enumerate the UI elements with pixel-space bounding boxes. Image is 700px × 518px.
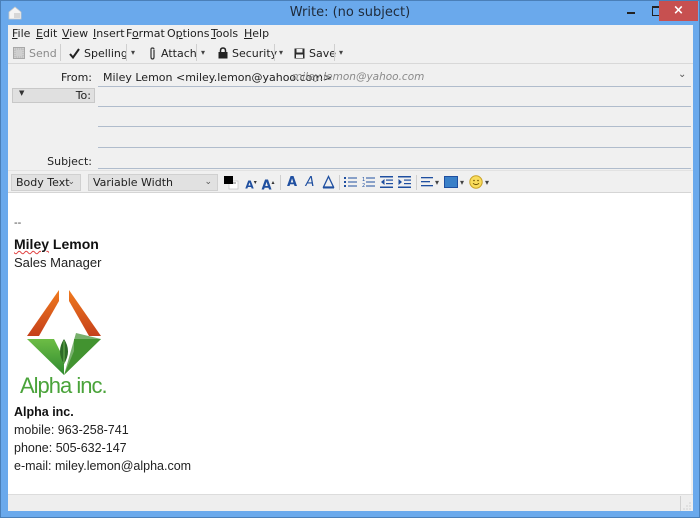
close-icon: × [673, 3, 684, 18]
svg-text:2: 2 [362, 183, 365, 188]
menu-format[interactable]: Format [126, 27, 165, 40]
recipient-field-2[interactable] [98, 126, 691, 127]
recipient-field-3[interactable] [98, 147, 691, 148]
menu-help[interactable]: Help [244, 27, 269, 40]
subject-field[interactable] [98, 168, 691, 169]
chevron-down-icon: ⌄ [204, 177, 212, 187]
smiley-dropdown[interactable]: ▾ [485, 175, 489, 190]
to-field[interactable] [98, 106, 691, 107]
signature-mobile: mobile: 963-258-741 [14, 423, 129, 437]
attach-button[interactable]: Attach [148, 45, 197, 61]
numbered-list-icon[interactable]: 1 2 [362, 176, 375, 188]
paperclip-icon [150, 46, 155, 60]
save-dropdown[interactable]: ▾ [336, 45, 346, 61]
send-button[interactable]: Send [13, 45, 57, 61]
format-separator [280, 175, 281, 190]
menu-edit[interactable]: Edit [36, 27, 57, 40]
menu-file[interactable]: File [12, 27, 30, 40]
insert-dropdown[interactable]: ▾ [460, 175, 464, 190]
increase-indent-icon[interactable] [398, 176, 411, 188]
underline-icon[interactable] [321, 174, 335, 190]
lock-icon [218, 47, 228, 59]
menu-tools[interactable]: Tools [211, 27, 238, 40]
font-select[interactable]: Variable Width ⌄ [88, 174, 218, 191]
text-color-icon[interactable] [223, 175, 239, 190]
message-body-editor[interactable]: -- Miley Lemon Sales Manager Alpha inc. … [8, 192, 691, 494]
status-bar [8, 494, 693, 511]
from-identity-hint: miley.lemon@yahoo.com [292, 71, 425, 83]
attach-dropdown[interactable]: ▾ [198, 45, 208, 61]
signature-separator: -- [14, 217, 22, 229]
spelling-dropdown[interactable]: ▾ [128, 45, 138, 61]
signature-name: Miley Lemon [14, 236, 99, 252]
from-underline [98, 86, 691, 87]
recipient-type-selector[interactable]: ▼ To: [12, 88, 95, 103]
spelling-button[interactable]: Spelling [69, 45, 128, 61]
signature-title: Sales Manager [14, 255, 102, 270]
send-icon [13, 47, 25, 59]
toolbar-separator [126, 44, 127, 61]
format-separator [416, 175, 417, 190]
window-title: Write: (no subject) [289, 5, 411, 20]
from-dropdown-chevron-icon[interactable]: ⌄ [678, 69, 686, 80]
resize-grip-icon[interactable] [683, 502, 691, 510]
message-header: From: Miley Lemon <miley.lemon@yahoo.com… [8, 65, 693, 169]
format-separator [339, 175, 340, 190]
bulleted-list-icon[interactable] [344, 176, 357, 188]
menu-options[interactable]: Options [167, 27, 209, 40]
menu-view[interactable]: View [62, 27, 88, 40]
minimize-button[interactable] [618, 1, 644, 21]
toolbar-separator [334, 44, 335, 61]
compose-window: Write: (no subject) × File Edit View Ins… [0, 0, 700, 518]
decrease-indent-icon[interactable] [380, 176, 393, 188]
signature-email: e-mail: miley.lemon@alpha.com [14, 459, 192, 473]
toolbar-separator [274, 44, 275, 61]
from-label: From: [61, 71, 92, 84]
security-button[interactable]: Security [218, 45, 277, 61]
signature-company: Alpha inc. [14, 405, 74, 419]
signature-phone: phone: 505-632-147 [14, 441, 127, 455]
bold-icon[interactable]: A [285, 175, 299, 190]
close-button[interactable]: × [659, 1, 698, 21]
save-button[interactable]: Save [294, 45, 336, 61]
security-dropdown[interactable]: ▾ [276, 45, 286, 61]
client-area: File Edit View Insert Format Options Too… [8, 25, 693, 511]
format-toolbar: Body Text ⌄ Variable Width ⌄ A▾ A▴ A A 1… [8, 170, 693, 193]
chevron-down-icon: ⌄ [67, 177, 75, 187]
align-dropdown[interactable]: ▾ [435, 175, 439, 190]
alpha-inc-logo: Alpha inc. [20, 290, 108, 398]
decrease-font-size-icon[interactable]: A▾ [244, 175, 258, 192]
italic-icon[interactable]: A [303, 175, 317, 190]
floppy-disk-icon [294, 48, 305, 58]
menu-bar: File Edit View Insert Format Options Too… [8, 25, 693, 42]
title-bar[interactable]: Write: (no subject) × [1, 1, 699, 26]
checkmark-icon [69, 47, 80, 59]
toolbar-separator [196, 44, 197, 61]
smiley-icon[interactable] [469, 175, 483, 189]
align-icon[interactable] [421, 176, 433, 188]
increase-font-size-icon[interactable]: A▴ [260, 175, 276, 193]
paragraph-style-select[interactable]: Body Text ⌄ [11, 174, 81, 191]
menu-insert[interactable]: Insert [93, 27, 125, 40]
subject-label: Subject: [47, 155, 92, 168]
status-separator [680, 496, 681, 511]
chevron-down-icon: ▼ [19, 89, 25, 97]
toolbar-separator [60, 44, 61, 61]
main-toolbar: Send Spelling ▾ Attach ▾ Security ▾ Save… [8, 42, 693, 64]
insert-object-icon[interactable] [444, 176, 458, 188]
svg-text:Alpha inc.: Alpha inc. [20, 373, 107, 398]
